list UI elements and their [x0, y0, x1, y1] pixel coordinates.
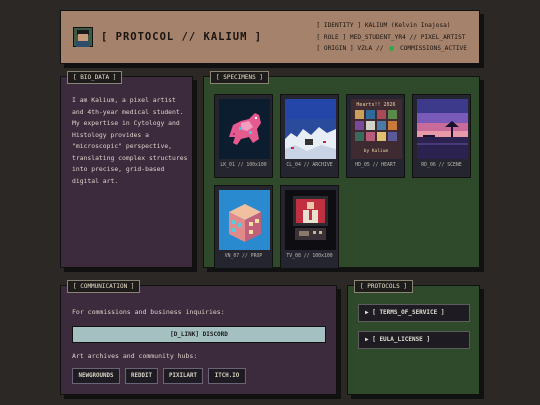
- specimen-image-tv[interactable]: [285, 190, 336, 250]
- specimen-image-wolf[interactable]: [219, 99, 270, 159]
- communication-tag: [ COMMUNICATION ]: [67, 280, 141, 293]
- discord-link-button[interactable]: [D_LINK] DISCORD: [72, 326, 326, 343]
- specimen-image-scene[interactable]: [417, 99, 468, 159]
- avatar: [73, 27, 93, 47]
- bio-tag: [ BIO_DATA ]: [67, 71, 123, 84]
- specimens-panel: [ SPECIMENS ] LK_01 // 100x100 CL_04 // …: [203, 71, 480, 269]
- specimen-card-tv08[interactable]: TV_08 // 100x100: [280, 185, 339, 269]
- specimen-image-heart[interactable]: Hearts!! 2026 by Kalium: [351, 99, 402, 159]
- reddit-link-button[interactable]: REDDIT: [125, 368, 158, 384]
- site-title: [ PROTOCOL // KALIUM ]: [101, 31, 263, 43]
- specimen-caption: LK_01 // 100x100: [220, 163, 267, 168]
- specimen-caption: TV_08 // 100x100: [286, 254, 333, 259]
- communication-panel: [ COMMUNICATION ] For commissions and bu…: [60, 280, 337, 395]
- meta-identity: [ IDENTITY ] KALIUM (Kelvin Inajosa): [316, 22, 451, 29]
- bio-panel: [ BIO_DATA ] I am Kalium, a pixel artist…: [60, 71, 193, 268]
- heart-thumb-header: Hearts!! 2026: [356, 102, 395, 108]
- inquiry-text: For commissions and business inquiries:: [72, 308, 225, 316]
- specimen-caption: VN_07 // PROP: [224, 254, 263, 259]
- specimen-card-lk01[interactable]: LK_01 // 100x100: [214, 94, 273, 178]
- meta-origin: [ ORIGIN ] VZLA // COMMISSIONS_ACTIVE: [316, 43, 467, 55]
- specimens-tag: [ SPECIMENS ]: [210, 71, 269, 84]
- eula-license-button[interactable]: ▶ [ EULA_LICENSE ]: [358, 331, 470, 349]
- specimen-image-snow[interactable]: [285, 99, 336, 159]
- commission-status: COMMISSIONS_ACTIVE: [399, 45, 467, 52]
- protocols-tag: [ PROTOCOLS ]: [354, 280, 413, 293]
- protocols-panel: [ PROTOCOLS ] ▶ [ TERMS_OF_SERVICE ] ▶ […: [347, 280, 480, 395]
- terms-of-service-button[interactable]: ▶ [ TERMS_OF_SERVICE ]: [358, 304, 470, 322]
- meta-origin-label: [ ORIGIN ] VZLA //: [316, 45, 384, 52]
- specimen-card-cl04[interactable]: CL_04 // ARCHIVE: [280, 94, 339, 178]
- specimen-caption: RD_06 // SCENE: [421, 163, 462, 168]
- specimen-caption: CL_04 // ARCHIVE: [286, 163, 333, 168]
- archives-text: Art archives and community hubs:: [72, 352, 198, 360]
- specimen-card-hd05[interactable]: Hearts!! 2026 by Kalium HD_05 // HEART: [346, 94, 405, 178]
- heart-thumb-footer: by Kalium: [364, 148, 389, 154]
- bio-text: I am Kalium, a pixel artist and 4th-year…: [72, 96, 188, 185]
- identity-meta: [ IDENTITY ] KALIUM (Kelvin Inajosa) [ R…: [316, 20, 467, 55]
- specimen-image-prop[interactable]: [219, 190, 270, 250]
- meta-role: [ ROLE ] MED_STUDENT_YR4 // PIXEL_ARTIST: [316, 33, 466, 41]
- specimen-card-vn07[interactable]: VN_07 // PROP: [214, 185, 273, 269]
- header-bar: [ PROTOCOL // KALIUM ] [ IDENTITY ] KALI…: [60, 10, 480, 64]
- status-dot-icon: [389, 45, 395, 51]
- specimen-caption: HD_05 // HEART: [355, 163, 396, 168]
- newgrounds-link-button[interactable]: NEWGROUNDS: [72, 368, 120, 384]
- pixilart-link-button[interactable]: PIXILART: [163, 368, 203, 384]
- specimen-card-rd06[interactable]: RD_06 // SCENE: [412, 94, 471, 178]
- itchio-link-button[interactable]: ITCH.IO: [208, 368, 246, 384]
